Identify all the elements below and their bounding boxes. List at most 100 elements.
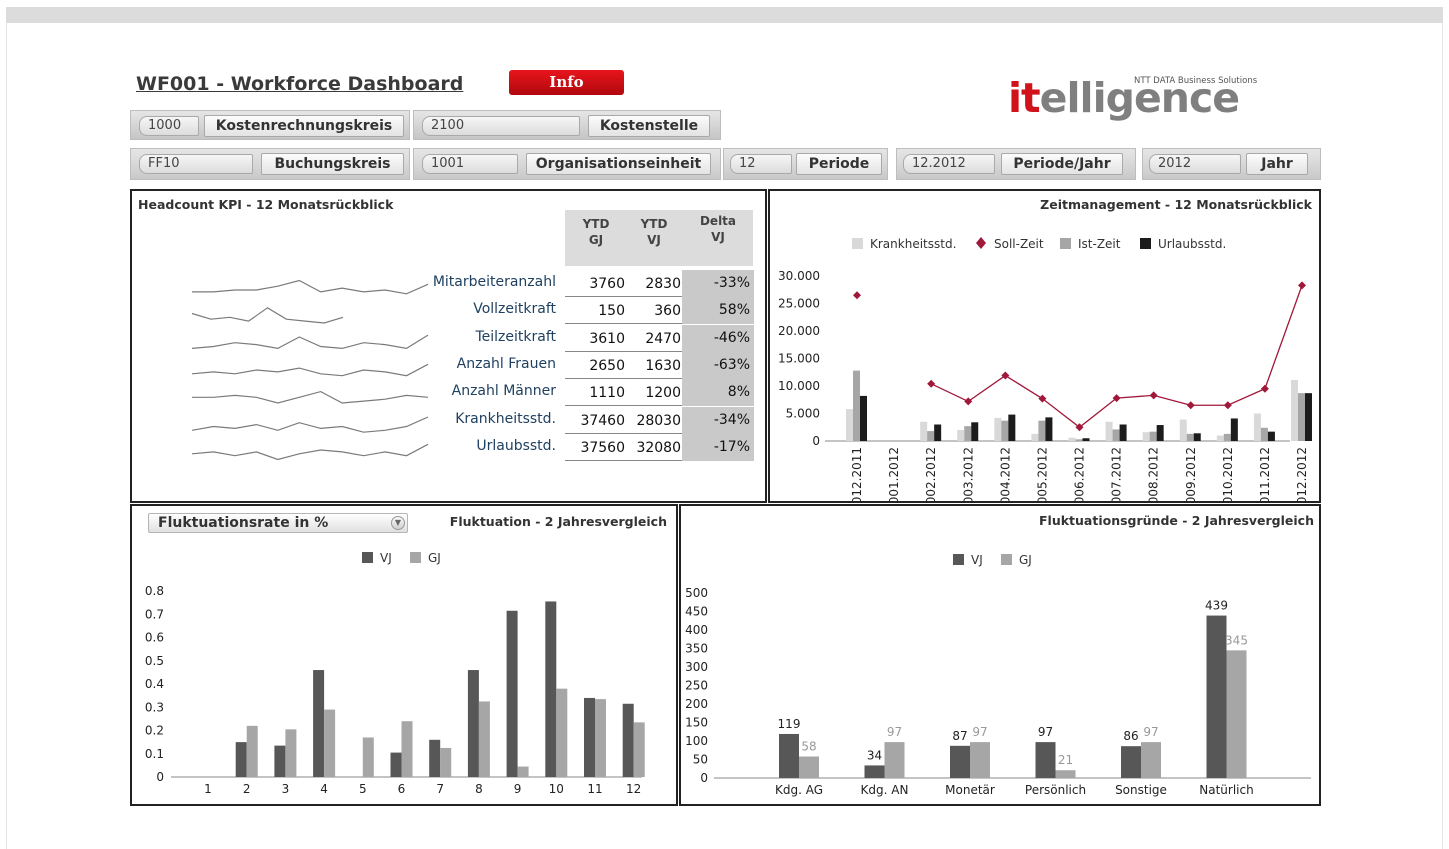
kpi-ytd-gj: 150 (598, 303, 625, 320)
dropdown-arrow-icon[interactable]: ▼ (391, 516, 405, 530)
kpi-header: YTD GJ YTD VJ Delta VJ (565, 210, 753, 266)
filter-bukrs: FF10 Buchungskreis (130, 148, 410, 180)
orgeh-label-button[interactable]: Organisationseinheit (526, 153, 711, 175)
periode-label-button[interactable]: Periode (796, 153, 882, 175)
bukrs-label-button[interactable]: Buchungskreis (261, 153, 404, 175)
sparkline (191, 443, 429, 461)
kpi-row: Anzahl Frauen 2650 1630 -63% (432, 351, 754, 379)
y-tick-label: 450 (685, 605, 708, 619)
jahr-value-field[interactable]: 2012 (1149, 154, 1241, 174)
kpi-delta: 8% (682, 379, 754, 407)
bar-Krankheitsstd. (1031, 433, 1039, 441)
kpi-ytd-gj: 3610 (589, 330, 625, 347)
jahr-label-button[interactable]: Jahr (1246, 153, 1308, 175)
periode-value-field[interactable]: 12 (730, 154, 792, 174)
kostl-value-field[interactable]: 2100 (422, 116, 580, 136)
kpi-col-ytd-vj: YTD VJ (640, 217, 668, 247)
kpi-ytd-gj: 37560 (580, 439, 625, 456)
kpi-ytd-vj: 28030 (636, 412, 681, 429)
bar-Krankheitsstd. (1216, 435, 1224, 441)
sparkline (192, 279, 429, 295)
soll-zeit-marker (853, 291, 861, 300)
legend-label: GJ (428, 551, 441, 565)
bar-Krankheitsstd. (846, 409, 853, 441)
legend-swatch (953, 554, 964, 565)
orgeh-value-field[interactable]: 1001 (422, 154, 518, 174)
legend-swatch (362, 552, 373, 563)
bukrs-value-field[interactable]: FF10 (139, 154, 253, 174)
kpi-label: Vollzeitkraft (473, 301, 556, 318)
bar-Urlaubsstd. (1267, 431, 1275, 441)
kpi-ytd-gj: 37460 (580, 412, 625, 429)
legend-label: GJ (1019, 553, 1032, 567)
x-tick-label: 1 (204, 782, 212, 796)
sparkline (191, 363, 429, 377)
bar-Krankheitsstd. (1105, 421, 1113, 441)
kpi-label: Krankheitsstd. (455, 410, 556, 427)
bar-Ist-Zeit (1186, 433, 1194, 441)
bar-Urlaubsstd. (860, 395, 867, 441)
data-label-vj: 87 (952, 729, 967, 743)
y-tick-label: 150 (685, 716, 708, 730)
x-tick-label: Sonstige (1115, 783, 1167, 797)
kokrs-value-field[interactable]: 1000 (139, 116, 199, 136)
kostl-label-button[interactable]: Kostenstelle (588, 115, 710, 137)
legend-label: Ist-Zeit (1078, 237, 1121, 251)
bar-gj (440, 747, 452, 777)
soll-zeit-marker (1223, 401, 1232, 410)
y-tick-label: 200 (685, 697, 708, 711)
y-tick-label: 250 (685, 679, 708, 693)
logo-rest: elligence (1039, 74, 1240, 122)
soll-zeit-line (930, 285, 1303, 429)
soll-zeit-marker (1001, 371, 1010, 380)
x-tick-label: Kdg. AG (775, 783, 823, 797)
x-tick-label: 011.2012 (1258, 447, 1272, 503)
y-tick-label: 500 (685, 586, 708, 600)
filter-orgeh: 1001 Organisationseinheit (413, 148, 721, 180)
y-tick-label: 0.5 (145, 654, 164, 668)
legend-swatch (1140, 238, 1151, 249)
bar-gj (1141, 742, 1161, 778)
info-button[interactable]: Info (509, 70, 624, 95)
filter-jahr: 2012 Jahr (1142, 148, 1321, 180)
fluktuation-kpi-dropdown[interactable]: Fluktuationsrate in % ▼ (148, 513, 408, 533)
bar-vj (274, 745, 286, 777)
bar-vj (622, 703, 634, 777)
periodejahr-label-button[interactable]: Periode/Jahr (1001, 153, 1123, 175)
kpi-delta: -34% (682, 406, 754, 434)
kpi-label: Teilzeitkraft (475, 328, 556, 345)
bar-Urlaubsstd. (1008, 414, 1016, 441)
y-tick-label: 0.7 (145, 607, 164, 621)
soll-zeit-marker (1298, 281, 1306, 290)
bar-gj (884, 742, 905, 778)
x-tick-label: Kdg. AN (861, 783, 909, 797)
bar-vj (313, 670, 325, 777)
data-label-vj: 439 (1205, 599, 1228, 613)
x-tick-label: 7 (436, 782, 444, 796)
logo-it: it (1008, 74, 1041, 122)
data-label-gj: 97 (887, 725, 902, 739)
kpi-row: Urlaubsstd. 37560 32080 -17% (432, 433, 754, 461)
bar-Krankheitsstd. (1179, 419, 1187, 441)
bar-Ist-Zeit (1223, 433, 1231, 441)
periodejahr-value-field[interactable]: 12.2012 (903, 154, 995, 174)
kpi-row: Mitarbeiteranzahl 3760 2830 -33% (432, 270, 754, 297)
y-tick-label: 0 (156, 770, 164, 784)
bar-Ist-Zeit (1298, 393, 1305, 441)
x-tick-label: 010.2012 (1221, 447, 1235, 503)
bar-Krankheitsstd. (994, 417, 1002, 441)
y-tick-label: 20.000 (778, 324, 820, 338)
y-tick-label: 350 (685, 642, 708, 656)
sparkline (191, 334, 429, 350)
data-label-gj: 345 (1225, 633, 1248, 647)
bar-gj (595, 699, 606, 777)
bar-vj (779, 733, 799, 778)
bar-vj (950, 745, 970, 778)
bar-Krankheitsstd. (1291, 379, 1298, 441)
kpi-ytd-vj: 1630 (645, 357, 681, 374)
kokrs-label-button[interactable]: Kostenrechnungskreis (204, 115, 404, 137)
data-label-gj: 21 (1058, 753, 1073, 767)
kpi-ytd-gj: 1110 (589, 385, 625, 402)
legend-swatch (1001, 554, 1012, 565)
kpi-row: Krankheitsstd. 37460 28030 -34% (432, 406, 754, 434)
